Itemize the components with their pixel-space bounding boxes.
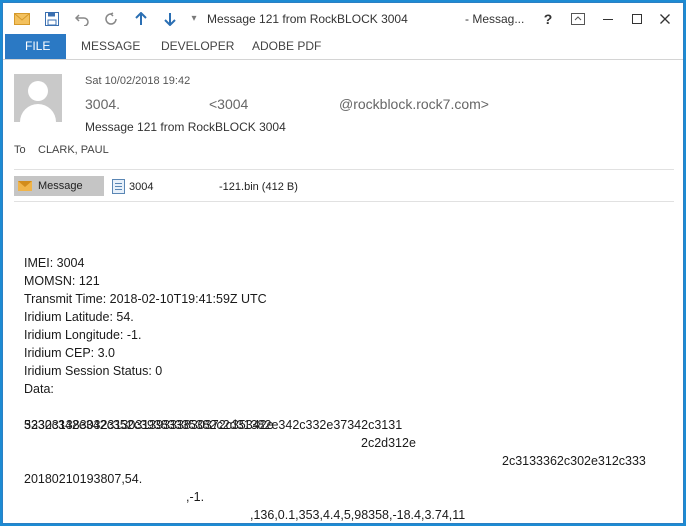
body-line-data-hex: 32303138303231303139333830372c35342e 2c2… [24, 398, 646, 468]
maximize-button[interactable] [626, 9, 648, 29]
divider [14, 201, 674, 202]
sender-email-start[interactable]: <3004 [209, 96, 248, 112]
to-recipient[interactable]: CLARK, PAUL [38, 144, 109, 156]
avatar [14, 74, 62, 122]
tab-message[interactable]: MESSAGE [71, 34, 150, 59]
body-line-momsn: MOMSN: 121 [24, 274, 100, 288]
body-line-session-status: Iridium Session Status: 0 [24, 364, 163, 378]
decoded-part3: ,136,0.1,353,4.4,5,98358,-18.4,3.74,11 [250, 508, 466, 522]
to-label: To [14, 144, 26, 156]
customize-icon[interactable]: ▾ [185, 11, 203, 27]
body-line-data-label: Data: [24, 382, 54, 396]
body-line-latitude: Iridium Latitude: 54. [24, 310, 134, 324]
ribbon-tabs: FILE MESSAGE DEVELOPER ADOBE PDF [3, 34, 683, 60]
body-line-imei: IMEI: 3004 [24, 256, 85, 270]
message-date: Sat 10/02/2018 19:42 [85, 75, 191, 87]
window-title: Message 121 from RockBLOCK 3004 [207, 12, 408, 26]
divider [14, 169, 674, 170]
close-button[interactable] [654, 9, 676, 29]
help-button[interactable]: ? [537, 9, 559, 29]
mail-icon[interactable] [13, 11, 31, 27]
message-body: IMEI: 3004 MOMSN: 121 Transmit Time: 201… [24, 254, 646, 522]
tab-developer[interactable]: DEVELOPER [151, 34, 244, 59]
app-name: - Messag... [465, 12, 525, 26]
decoded-part1: 20180210193807,54. [24, 472, 143, 486]
data-hex-part1: 32303138303231303139333830372c35342e [24, 418, 274, 432]
outlook-message-window: ▾ Message 121 from RockBLOCK 3004 - Mess… [2, 2, 684, 524]
file-icon [112, 179, 125, 194]
tab-file[interactable]: FILE [5, 34, 66, 59]
body-line-transmit-time: Transmit Time: 2018-02-10T19:41:59Z UTC [24, 292, 267, 306]
down-arrow-icon[interactable] [161, 11, 179, 27]
sender-name[interactable]: 3004. [85, 96, 120, 112]
tab-adobe-pdf[interactable]: ADOBE PDF [242, 34, 331, 59]
ribbon-display-button[interactable] [567, 9, 589, 29]
decoded-part2: ,-1. [186, 490, 205, 504]
body-line-longitude: Iridium Longitude: -1. [24, 328, 142, 342]
title-bar: ▾ Message 121 from RockBLOCK 3004 - Mess… [3, 3, 683, 35]
message-subject: Message 121 from RockBLOCK 3004 [85, 120, 286, 134]
message-attachment-tab[interactable]: Message [14, 176, 104, 196]
attachment-name-start[interactable]: 3004 [129, 181, 153, 193]
envelope-icon [18, 181, 32, 191]
minimize-button[interactable] [597, 9, 619, 29]
attachment-name-end[interactable]: -121.bin (412 B) [219, 181, 298, 193]
up-arrow-icon[interactable] [132, 11, 150, 27]
redo-icon[interactable] [102, 11, 120, 27]
data-hex-part2: 2c2d312e [361, 436, 416, 450]
body-line-decoded: 20180210193807,54. ,-1. ,136,0.1,353,4.4… [24, 452, 465, 522]
undo-icon[interactable] [73, 11, 91, 27]
data-hex-part3: 2c3133362c302e312c333 [502, 454, 646, 468]
sender-email-end[interactable]: @rockblock.rock7.com> [339, 96, 489, 112]
body-line-cep: Iridium CEP: 3.0 [24, 346, 116, 360]
save-icon[interactable] [43, 11, 61, 27]
message-tab-label: Message [38, 180, 83, 192]
